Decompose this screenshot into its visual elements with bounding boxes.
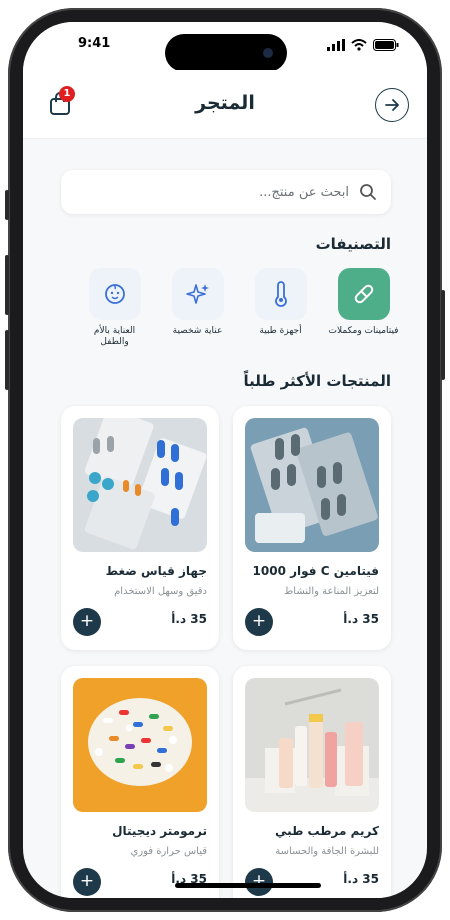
category-mother-baby[interactable]: العناية بالأم والطفل: [79, 268, 150, 348]
popular-products-title: المنتجات الأكثر طلباً: [243, 372, 391, 390]
add-to-cart-button[interactable]: +: [245, 868, 273, 896]
category-label: أجهزة طبية: [259, 326, 302, 336]
silent-switch: [5, 190, 9, 220]
volume-down-button: [5, 330, 9, 390]
category-icon-box: [337, 268, 390, 320]
product-name: ترمومتر ديجيتال: [112, 824, 207, 838]
add-to-cart-button[interactable]: +: [73, 608, 101, 636]
arrow-right-icon: [385, 99, 399, 111]
page-title: المتجر: [195, 92, 255, 114]
sparkle-icon: [185, 284, 209, 304]
status-bar: 9:41: [23, 22, 427, 72]
product-card[interactable]: ترمومتر ديجيتال قياس حرارة فوري 35 د.أ +: [61, 666, 219, 898]
category-label: عناية شخصية: [172, 326, 223, 336]
product-image-thermometer: [73, 678, 207, 812]
product-card[interactable]: كريم مرطب طبي للبشرة الجافة والحساسة 35 …: [233, 666, 391, 898]
product-description: للبشرة الجافة والحساسة: [275, 846, 379, 857]
product-card[interactable]: جهاز قياس ضغط دقيق وسهل الاستخدام 35 د.أ…: [61, 406, 219, 650]
product-image-moisturizer: [245, 678, 379, 812]
category-vitamins[interactable]: فيتامينات ومكملات: [328, 268, 399, 348]
add-to-cart-button[interactable]: +: [73, 868, 101, 896]
thermometer-icon: [274, 281, 287, 307]
product-price: 35 د.أ: [343, 872, 379, 886]
product-name: جهاز قياس ضغط: [105, 564, 207, 578]
product-description: دقيق وسهل الاستخدام: [114, 586, 207, 597]
search-bar[interactable]: [61, 170, 391, 214]
product-description: قياس حرارة فوري: [130, 846, 207, 857]
product-price: 35 د.أ: [171, 612, 207, 626]
category-medical-devices[interactable]: أجهزة طبية: [245, 268, 316, 348]
product-description: لتعزيز المناعة والنشاط: [284, 586, 379, 597]
category-personal-care[interactable]: عناية شخصية: [162, 268, 233, 348]
category-label: فيتامينات ومكملات: [328, 326, 399, 336]
product-name: فيتامين C فوار 1000: [252, 564, 379, 578]
products-grid: فيتامين C فوار 1000 لتعزيز المناعة والنش…: [61, 406, 391, 898]
product-price: 35 د.أ: [343, 612, 379, 626]
category-label: العناية بالأم والطفل: [93, 326, 136, 347]
wifi-icon: [351, 39, 367, 51]
product-image-bp-monitor: [73, 418, 207, 552]
volume-up-button: [5, 255, 9, 315]
category-icon-box: [254, 268, 307, 320]
product-image-vitamin-c: [245, 418, 379, 552]
categories-list: فيتامينات ومكملات أجهزة طبية عناية شخصية: [79, 268, 399, 348]
product-card[interactable]: فيتامين C فوار 1000 لتعزيز المناعة والنش…: [233, 406, 391, 650]
battery-icon: [373, 39, 399, 51]
product-name: كريم مرطب طبي: [275, 824, 379, 838]
categories-title: التصنيفات: [315, 235, 391, 253]
app-header: المتجر 1: [23, 70, 427, 139]
camera-icon: [263, 48, 273, 58]
back-button[interactable]: [375, 88, 409, 122]
cart-count-badge: 1: [59, 86, 75, 102]
power-button: [441, 290, 445, 380]
category-icon-box: [171, 268, 224, 320]
add-to-cart-button[interactable]: +: [245, 608, 273, 636]
dynamic-island: [165, 34, 287, 72]
signal-icon: [327, 39, 345, 51]
status-time: 9:41: [78, 36, 111, 51]
category-icon-box: [88, 268, 141, 320]
home-indicator: [175, 883, 321, 888]
app-screen: 9:41 المتجر 1 ابحث عن منتج... التصنيفات …: [23, 22, 427, 898]
pill-icon: [354, 284, 373, 304]
baby-face-icon: [104, 284, 125, 304]
search-input[interactable]: [97, 183, 351, 201]
search-icon: [360, 184, 376, 200]
